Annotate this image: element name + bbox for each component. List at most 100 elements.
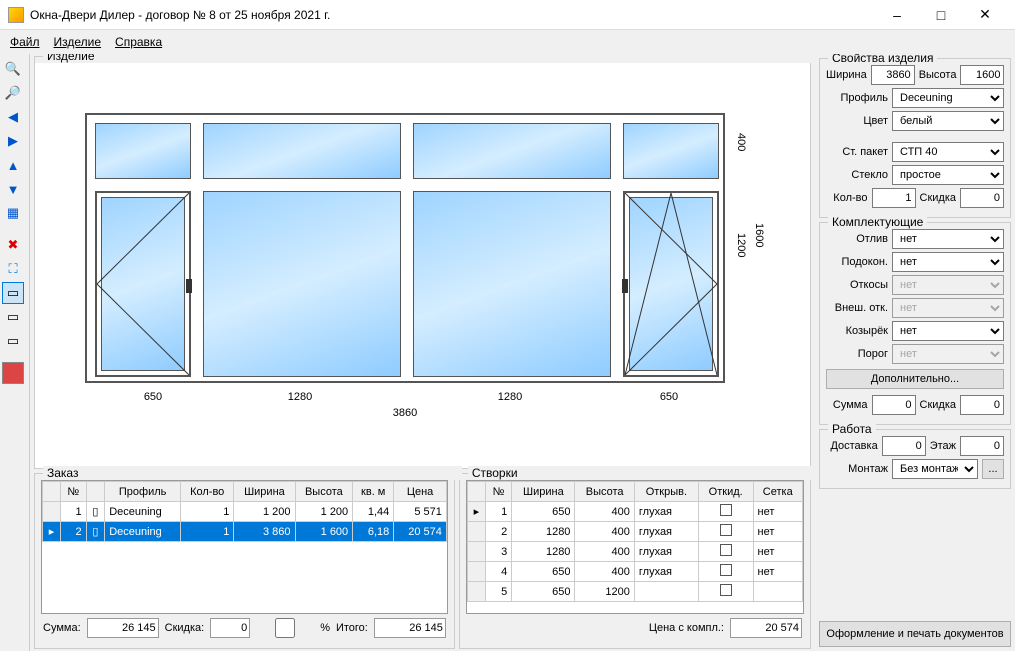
threshold-label: Порог — [826, 348, 888, 360]
left-toolbar: 🔍 🔎 ◀ ▶ ▲ ▼ ▦ ✖ ⛶ ▭ ▭ ▭ — [0, 54, 30, 651]
order-total-label: Итого: — [336, 622, 368, 634]
arrow-left-icon[interactable]: ◀ — [2, 106, 24, 128]
minimize-button[interactable]: – — [875, 1, 919, 29]
comp-discount[interactable] — [960, 395, 1004, 415]
floor-label: Этаж — [930, 440, 956, 452]
dim-col2: 1280 — [201, 391, 399, 403]
product-group-label: Изделие — [43, 54, 815, 63]
table-row[interactable]: 21280400глухаянет — [467, 522, 802, 542]
window-type-2-icon[interactable]: ▭ — [2, 306, 24, 328]
order-sum-label: Сумма: — [43, 622, 81, 634]
arrow-down-icon[interactable]: ▼ — [2, 178, 24, 200]
delivery-input[interactable] — [882, 436, 926, 456]
sill-label: Подокон. — [826, 256, 888, 268]
menu-help[interactable]: Справка — [115, 35, 162, 49]
extra-button[interactable]: Дополнительно... — [826, 369, 1004, 389]
comp-sum — [872, 395, 916, 415]
install-select[interactable]: Без монтажа — [892, 459, 978, 479]
drawing-canvas[interactable]: 650 1280 1280 650 3860 400 1200 1600 — [35, 63, 810, 468]
table-row[interactable]: 31280400глухаянет — [467, 542, 802, 562]
ext-slopes-select: нет — [892, 298, 1004, 318]
glazing-select[interactable]: СТП 40 — [892, 142, 1004, 162]
sill-select[interactable]: нет — [892, 252, 1004, 272]
width-label: Ширина — [826, 69, 867, 81]
grid-icon[interactable]: ▦ — [2, 202, 24, 224]
dim-total-w: 3860 — [85, 407, 725, 419]
work-title: Работа — [828, 422, 876, 436]
otliv-select[interactable]: нет — [892, 229, 1004, 249]
glass-select[interactable]: простое — [892, 165, 1004, 185]
otliv-label: Отлив — [826, 233, 888, 245]
color-label: Цвет — [826, 115, 888, 127]
qty-input[interactable] — [872, 188, 916, 208]
threshold-select: нет — [892, 344, 1004, 364]
window-title: Окна-Двери Дилер - договор № 8 от 25 ноя… — [30, 8, 875, 22]
table-row[interactable]: 4650400глухаянет — [467, 562, 802, 582]
sash-price-label: Цена с компл.: — [649, 622, 724, 634]
dim-col3: 1280 — [411, 391, 609, 403]
height-label: Высота — [919, 69, 957, 81]
pct-label: % — [320, 622, 330, 634]
dim-bot-h: 1200 — [735, 233, 747, 257]
slopes-label: Откосы — [826, 279, 888, 291]
sash-table[interactable]: №ШиринаВысотаОткрыв.Откид.Сетка ▸1650400… — [467, 481, 803, 602]
sashes-group-label: Створки — [468, 466, 815, 480]
floor-input[interactable] — [960, 436, 1004, 456]
order-sum — [87, 618, 159, 638]
comp-discount-label: Скидка — [920, 399, 957, 411]
maximize-button[interactable]: □ — [919, 1, 963, 29]
print-button[interactable]: Оформление и печать документов — [819, 621, 1011, 647]
table-row[interactable]: 1▯Deceuning11 2001 2001,445 571 — [43, 502, 447, 522]
order-table[interactable]: №ПрофильКол-воШиринаВысотакв. мЦена 1▯De… — [42, 481, 447, 542]
dim-col1: 650 — [105, 391, 201, 403]
width-input[interactable] — [871, 65, 915, 85]
menu-file[interactable]: Файл — [10, 35, 40, 49]
arrow-right-icon[interactable]: ▶ — [2, 130, 24, 152]
glazing-label: Ст. пакет — [826, 146, 888, 158]
height-input[interactable] — [960, 65, 1004, 85]
visor-select[interactable]: нет — [892, 321, 1004, 341]
separator — [2, 354, 24, 360]
zoom-in-icon[interactable]: 🔍 — [2, 58, 24, 80]
expand-icon[interactable]: ⛶ — [2, 258, 24, 280]
delete-icon[interactable]: ✖ — [2, 234, 24, 256]
props-title: Свойства изделия — [828, 54, 937, 65]
menu-bar: Файл Изделие Справка — [0, 30, 1015, 54]
table-row[interactable]: 56501200 — [467, 582, 802, 602]
dim-col4: 650 — [621, 391, 717, 403]
visor-label: Козырёк — [826, 325, 888, 337]
menu-product[interactable]: Изделие — [54, 35, 102, 49]
comp-sum-label: Сумма — [826, 399, 868, 411]
arrow-up-icon[interactable]: ▲ — [2, 154, 24, 176]
app-icon — [8, 7, 24, 23]
window-type-1-icon[interactable]: ▭ — [2, 282, 24, 304]
window-type-3-icon[interactable]: ▭ — [2, 330, 24, 352]
discount-label: Скидка — [920, 192, 957, 204]
order-discount-label: Скидка: — [165, 622, 205, 634]
dim-top-h: 400 — [735, 133, 747, 151]
profile-label: Профиль — [826, 92, 888, 104]
glass-label: Стекло — [826, 169, 888, 181]
install-label: Монтаж — [826, 463, 888, 475]
qty-label: Кол-во — [826, 192, 868, 204]
sash-price — [730, 618, 802, 638]
order-discount[interactable] — [210, 618, 250, 638]
separator — [2, 226, 24, 232]
zoom-out-icon[interactable]: 🔎 — [2, 82, 24, 104]
install-more-button[interactable]: ... — [982, 459, 1004, 479]
color-icon[interactable] — [2, 362, 24, 384]
components-title: Комплектующие — [828, 215, 927, 229]
pct-checkbox[interactable] — [256, 618, 314, 638]
order-total — [374, 618, 446, 638]
close-button[interactable]: ✕ — [963, 1, 1007, 29]
dim-total-h: 1600 — [753, 223, 765, 247]
delivery-label: Доставка — [826, 440, 878, 452]
table-row[interactable]: ▸1650400глухаянет — [467, 502, 802, 522]
color-select[interactable]: белый — [892, 111, 1004, 131]
slopes-select: нет — [892, 275, 1004, 295]
profile-select[interactable]: Deceuning — [892, 88, 1004, 108]
ext-slopes-label: Внеш. отк. — [826, 302, 888, 314]
order-group-label: Заказ — [43, 466, 462, 480]
table-row[interactable]: ▸2▯Deceuning13 8601 6006,1820 574 — [43, 522, 447, 542]
discount-input[interactable] — [960, 188, 1004, 208]
